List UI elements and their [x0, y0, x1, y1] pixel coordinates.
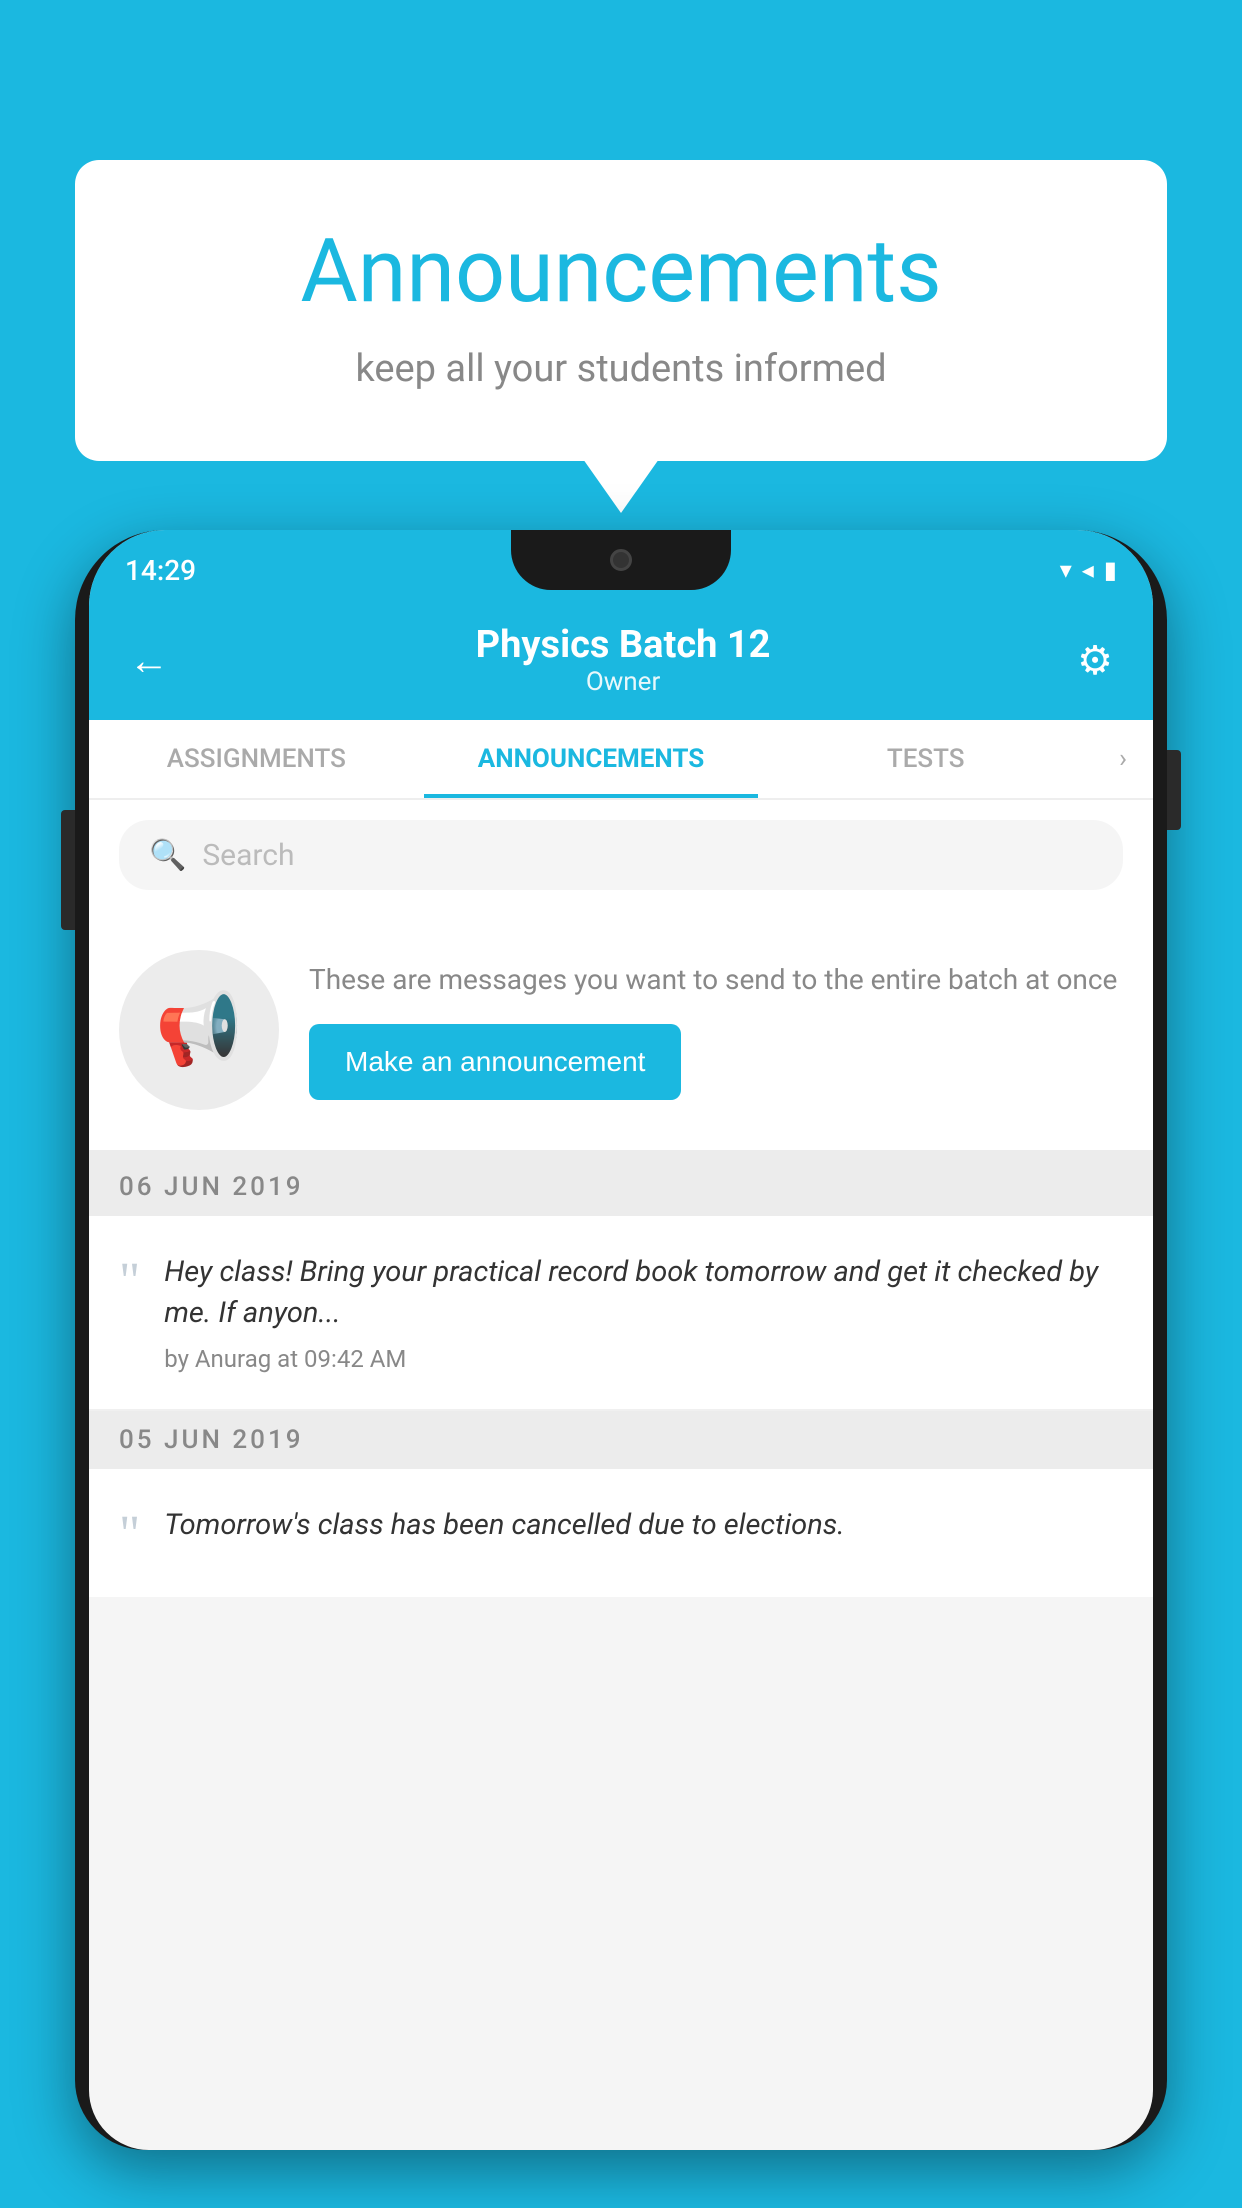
announcement-content-2: Tomorrow's class has been cancelled due … [164, 1505, 844, 1558]
tab-assignments[interactable]: ASSIGNMENTS [89, 720, 424, 798]
date-separator-2: 05 JUN 2019 [89, 1411, 1153, 1469]
announcement-content-1: Hey class! Bring your practical record b… [164, 1252, 1123, 1373]
make-announcement-button[interactable]: Make an announcement [309, 1024, 681, 1100]
search-icon: 🔍 [149, 838, 186, 873]
tab-tests[interactable]: TESTS [758, 720, 1093, 798]
battery-icon: ▮ [1104, 556, 1117, 584]
phone-container: 14:29 ▾ ◂ ▮ ← Physics Batch 12 Owner ⚙ [75, 530, 1167, 2208]
promo-content: These are messages you want to send to t… [309, 960, 1123, 1099]
tab-more[interactable]: › [1093, 744, 1153, 774]
header-subtitle: Owner [476, 667, 771, 697]
signal-icon: ◂ [1082, 556, 1094, 584]
promo-icon-circle: 📢 [119, 950, 279, 1110]
speech-bubble-subtitle: keep all your students informed [155, 347, 1087, 391]
status-time: 14:29 [125, 554, 196, 587]
phone-screen: 14:29 ▾ ◂ ▮ ← Physics Batch 12 Owner ⚙ [89, 530, 1153, 2150]
speech-bubble-container: Announcements keep all your students inf… [75, 160, 1167, 461]
search-bar[interactable]: 🔍 Search [119, 820, 1123, 890]
speech-bubble-title: Announcements [155, 220, 1087, 323]
speech-bubble: Announcements keep all your students inf… [75, 160, 1167, 461]
date-separator-1: 06 JUN 2019 [89, 1158, 1153, 1216]
phone-notch [511, 530, 731, 590]
header-title: Physics Batch 12 [476, 623, 771, 667]
status-icons: ▾ ◂ ▮ [1060, 556, 1117, 584]
announcement-text-1: Hey class! Bring your practical record b… [164, 1252, 1123, 1333]
search-placeholder: Search [202, 838, 294, 873]
settings-icon[interactable]: ⚙ [1077, 637, 1113, 684]
tabs-bar: ASSIGNMENTS ANNOUNCEMENTS TESTS › [89, 720, 1153, 800]
megaphone-icon: 📢 [155, 989, 242, 1071]
quote-icon-2: " [119, 1509, 140, 1561]
promo-description: These are messages you want to send to t… [309, 960, 1123, 999]
camera [610, 549, 632, 571]
phone-frame: 14:29 ▾ ◂ ▮ ← Physics Batch 12 Owner ⚙ [75, 530, 1167, 2150]
announcement-item-2[interactable]: " Tomorrow's class has been cancelled du… [89, 1469, 1153, 1597]
announcement-text-2: Tomorrow's class has been cancelled due … [164, 1505, 844, 1546]
announcement-meta-1: by Anurag at 09:42 AM [164, 1345, 1123, 1373]
tab-announcements[interactable]: ANNOUNCEMENTS [424, 720, 759, 798]
app-header: ← Physics Batch 12 Owner ⚙ [89, 600, 1153, 720]
announcement-item-1[interactable]: " Hey class! Bring your practical record… [89, 1216, 1153, 1411]
wifi-icon: ▾ [1060, 556, 1072, 584]
quote-icon-1: " [119, 1256, 140, 1308]
search-container: 🔍 Search [89, 800, 1153, 910]
header-center: Physics Batch 12 Owner [476, 623, 771, 697]
promo-section: 📢 These are messages you want to send to… [89, 910, 1153, 1158]
back-button[interactable]: ← [129, 637, 169, 684]
